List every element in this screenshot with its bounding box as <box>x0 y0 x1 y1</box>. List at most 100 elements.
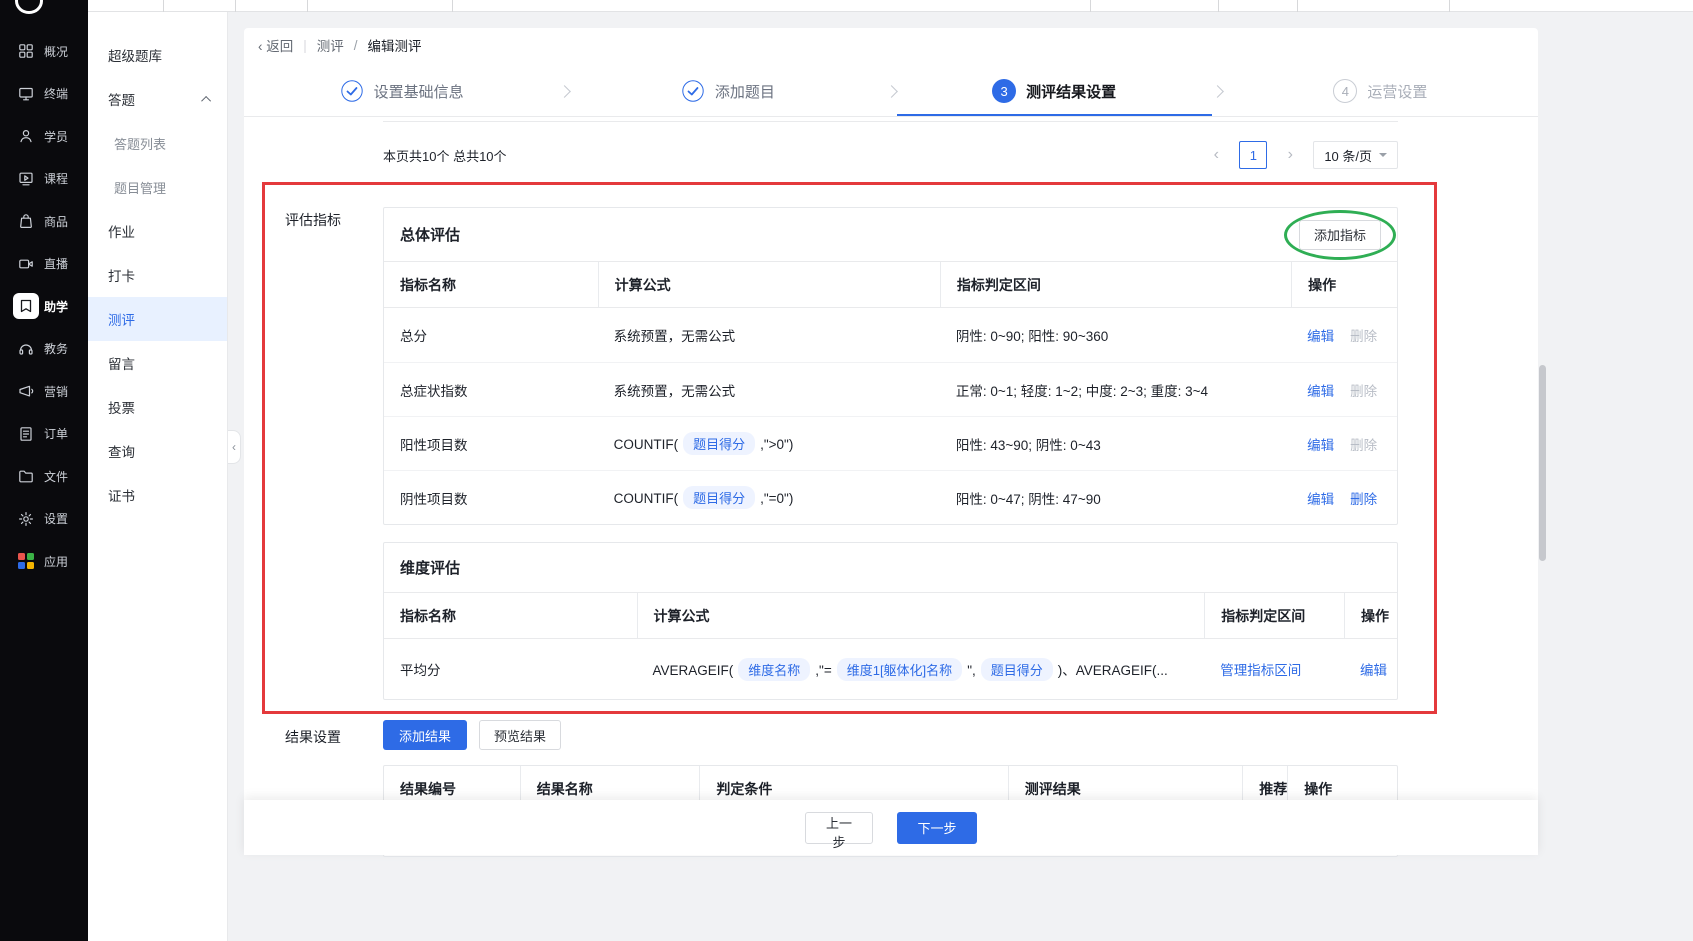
breadcrumb-divider: | <box>303 38 307 53</box>
chevron-right-icon <box>558 85 571 98</box>
receipt-icon <box>13 421 39 447</box>
range-cell: 阳性: 43~90; 阴性: 0~43 <box>940 434 1291 454</box>
prev-page-button[interactable]: ‹ <box>1202 141 1230 169</box>
submenu-item-question-bank[interactable]: 超级题库 <box>88 33 227 77</box>
sidebar-item-label: 文件 <box>44 468 68 485</box>
page-size-select[interactable]: 10 条/页 <box>1313 141 1398 169</box>
chevron-up-icon <box>201 95 211 105</box>
submenu-item-homework[interactable]: 作业 <box>88 209 227 253</box>
table-row: 阴性项目数 COUNTIF(题目得分,"=0") 阳性: 0~47; 阴性: 4… <box>384 470 1397 524</box>
step-operation-settings[interactable]: 4 运营设置 <box>1223 66 1538 116</box>
dimension-panel-header: 维度评估 <box>384 543 1397 593</box>
submenu-item-assessment[interactable]: 测评 <box>88 297 227 341</box>
submenu-item-label: 投票 <box>108 397 135 417</box>
sidebar-item-label: 直播 <box>44 255 68 272</box>
bookmark-icon <box>13 293 39 319</box>
sidebar-item-label: 订单 <box>44 425 68 442</box>
range-cell: 阴性: 0~90; 阳性: 90~360 <box>940 325 1291 345</box>
column-header: 计算公式 <box>598 262 940 307</box>
step-add-questions[interactable]: 添加题目 <box>570 66 885 116</box>
sidebar-item-marketing[interactable]: 营销 <box>0 370 88 413</box>
submenu-item-query[interactable]: 查询 <box>88 429 227 473</box>
overall-panel-header: 总体评估 添加指标 <box>384 208 1397 262</box>
sidebar-item-settings[interactable]: 设置 <box>0 498 88 541</box>
submenu-item-checkin[interactable]: 打卡 <box>88 253 227 297</box>
overview-grid-icon <box>13 38 39 64</box>
secondary-sidebar: 超级题库 答题 答题列表 题目管理 作业 打卡 测评 留言 投票 查询 证书 <box>88 12 228 941</box>
sidebar-item-goods[interactable]: 商品 <box>0 200 88 243</box>
submenu-item-question-mgmt[interactable]: 题目管理 <box>88 165 227 209</box>
column-header: 操作 <box>1291 262 1397 307</box>
step-basic-info[interactable]: 设置基础信息 <box>244 66 559 116</box>
sidebar-item-study-aid[interactable]: 助学 <box>0 285 88 328</box>
logo <box>15 0 43 14</box>
overall-panel-title: 总体评估 <box>400 224 460 245</box>
submenu-item-label: 作业 <box>108 221 135 241</box>
sidebar-item-terminal[interactable]: 终端 <box>0 73 88 116</box>
delete-link[interactable]: 删除 <box>1350 488 1377 508</box>
submenu-item-voting[interactable]: 投票 <box>88 385 227 429</box>
edit-link[interactable]: 编辑 <box>1360 659 1387 679</box>
step-result-settings[interactable]: 3 测评结果设置 <box>897 66 1212 116</box>
next-step-button[interactable]: 下一步 <box>897 812 977 844</box>
table-edge-remnant <box>383 121 1398 122</box>
submenu-item-label: 查询 <box>108 441 135 461</box>
sidebar-item-label: 设置 <box>44 510 68 527</box>
dimension-panel-title: 维度评估 <box>400 557 460 578</box>
sidebar-item-live[interactable]: 直播 <box>0 243 88 286</box>
edit-link[interactable]: 编辑 <box>1307 380 1334 400</box>
breadcrumb-separator: / <box>354 38 358 53</box>
step-label: 添加题目 <box>715 81 775 102</box>
formula-cell: COUNTIF(题目得分,"=0") <box>598 486 940 509</box>
prev-step-button[interactable]: 上一步 <box>805 812 873 844</box>
sidebar-item-apps[interactable]: 应用 <box>0 540 88 583</box>
metric-name-cell: 总症状指数 <box>384 380 598 400</box>
sidebar-item-label: 营销 <box>44 383 68 400</box>
sidebar-item-files[interactable]: 文件 <box>0 455 88 498</box>
students-icon <box>13 123 39 149</box>
formula-cell: 系统预置，无需公式 <box>598 380 940 400</box>
edit-link[interactable]: 编辑 <box>1307 488 1334 508</box>
overall-evaluation-panel: 总体评估 添加指标 指标名称 计算公式 指标判定区间 操作 总分 系统预置，无需… <box>383 207 1398 525</box>
sidebar-item-overview[interactable]: 概况 <box>0 30 88 73</box>
delete-link[interactable]: 删除 <box>1350 434 1377 454</box>
submenu-item-messages[interactable]: 留言 <box>88 341 227 385</box>
add-result-button[interactable]: 添加结果 <box>383 720 467 750</box>
sidebar-item-orders[interactable]: 订单 <box>0 413 88 456</box>
sidebar-item-courses[interactable]: 课程 <box>0 158 88 201</box>
next-page-button[interactable]: › <box>1276 141 1304 169</box>
table-row: 总分 系统预置，无需公式 阴性: 0~90; 阳性: 90~360 编辑删除 <box>384 308 1397 362</box>
edit-link[interactable]: 编辑 <box>1307 434 1334 454</box>
current-page-button[interactable]: 1 <box>1239 141 1267 169</box>
back-link[interactable]: ‹ 返回 <box>258 35 293 55</box>
metric-name-cell: 总分 <box>384 325 598 345</box>
gear-icon <box>13 506 39 532</box>
delete-link[interactable]: 删除 <box>1350 325 1377 345</box>
formula-cell: 系统预置，无需公式 <box>598 325 940 345</box>
sidebar-item-label: 课程 <box>44 170 68 187</box>
browser-tab-strip <box>88 0 1693 12</box>
step-check-icon <box>340 79 364 103</box>
sidebar-item-academic[interactable]: 教务 <box>0 328 88 371</box>
shopping-bag-icon <box>13 208 39 234</box>
manage-ranges-link[interactable]: 管理指标区间 <box>1220 663 1301 678</box>
sidebar-collapse-handle[interactable]: ‹ <box>228 430 241 464</box>
submenu-item-answer-list[interactable]: 答题列表 <box>88 121 227 165</box>
scrollbar-thumb[interactable] <box>1539 365 1546 561</box>
range-cell: 阳性: 0~47; 阴性: 47~90 <box>940 488 1291 508</box>
page-size-value: 10 条/页 <box>1324 146 1372 165</box>
table-row: 阳性项目数 COUNTIF(题目得分,">0") 阳性: 43~90; 阴性: … <box>384 416 1397 470</box>
submenu-item-certificates[interactable]: 证书 <box>88 473 227 517</box>
delete-link[interactable]: 删除 <box>1350 380 1377 400</box>
step-label: 运营设置 <box>1367 81 1427 102</box>
edit-link[interactable]: 编辑 <box>1307 325 1334 345</box>
preview-result-button[interactable]: 预览结果 <box>479 720 561 750</box>
chevron-right-icon <box>1211 85 1224 98</box>
sidebar-item-students[interactable]: 学员 <box>0 115 88 158</box>
apps-icon <box>13 548 39 574</box>
breadcrumb-section[interactable]: 测评 <box>317 35 344 55</box>
submenu-item-answer[interactable]: 答题 <box>88 77 227 121</box>
formula-field-tag: 维度名称 <box>738 658 810 681</box>
pagination: ‹ 1 › 10 条/页 <box>1202 141 1398 169</box>
add-metric-button[interactable]: 添加指标 <box>1299 220 1381 250</box>
